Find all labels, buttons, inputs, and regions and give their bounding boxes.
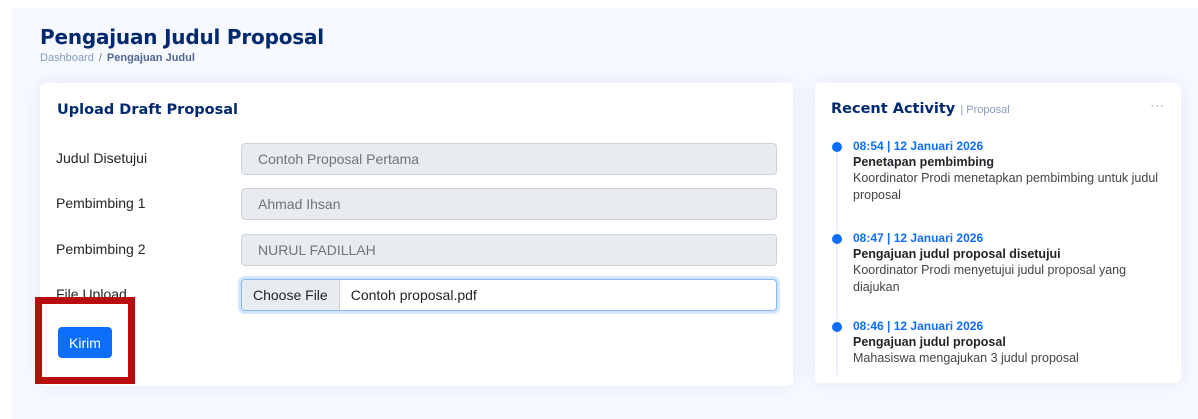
breadcrumb: Dashboard / Pengajuan Judul <box>40 52 195 64</box>
ellipsis-icon[interactable]: ⋯ <box>1150 97 1165 114</box>
activity-description: Koordinator Prodi menyetujui judul propo… <box>853 263 1127 294</box>
activity-item: 08:54 | 12 Januari 2026 Penetapan pembim… <box>831 139 1171 231</box>
activity-title: Pengajuan judul proposal <box>853 335 1006 349</box>
judul-disetujui-field: Contoh Proposal Pertama <box>241 143 777 175</box>
form-row-file-upload: File Upload Choose File Contoh proposal.… <box>56 279 778 311</box>
activity-title: Penetapan pembimbing <box>853 155 994 169</box>
timeline-dot-icon <box>832 322 842 332</box>
pembimbing-2-label: Pembimbing 2 <box>56 241 146 257</box>
selected-file-name: Contoh proposal.pdf <box>350 287 477 303</box>
activity-timeline: 08:54 | 12 Januari 2026 Penetapan pembim… <box>831 139 1171 375</box>
timeline-dot-icon <box>832 234 842 244</box>
form-row-pembimbing-2: Pembimbing 2 NURUL FADILLAH <box>56 234 778 266</box>
choose-file-button[interactable]: Choose File <box>242 280 340 310</box>
upload-card-title: Upload Draft Proposal <box>57 102 239 118</box>
activity-subtitle: | Proposal <box>960 104 1010 116</box>
timeline-line <box>836 327 838 375</box>
activity-item: 08:47 | 12 Januari 2026 Pengajuan judul … <box>831 231 1171 319</box>
top-header-strip <box>0 0 1198 8</box>
form-row-judul: Judul Disetujui Contoh Proposal Pertama <box>56 143 778 175</box>
pembimbing-1-label: Pembimbing 1 <box>56 195 146 211</box>
activity-title-text: Recent Activity <box>831 101 956 117</box>
pembimbing-1-field: Ahmad Ihsan <box>241 188 777 220</box>
timeline-line <box>836 239 838 319</box>
judul-label: Judul Disetujui <box>56 150 148 166</box>
upload-draft-card: Upload Draft Proposal Judul Disetujui Co… <box>40 83 793 386</box>
pembimbing-2-field: NURUL FADILLAH <box>241 234 777 266</box>
activity-item: 08:46 | 12 Januari 2026 Pengajuan judul … <box>831 319 1171 375</box>
timeline-line <box>836 147 838 231</box>
page-title: Pengajuan Judul Proposal <box>40 25 324 49</box>
file-upload-input[interactable]: Choose File Contoh proposal.pdf <box>241 279 777 311</box>
activity-description: Mahasiswa mengajukan 3 judul proposal <box>853 351 1079 365</box>
activity-title: Pengajuan judul proposal disetujui <box>853 247 1061 261</box>
sidebar-edge <box>0 0 12 419</box>
activity-card-title: Recent Activity | Proposal <box>831 101 1010 117</box>
breadcrumb-current: Pengajuan Judul <box>106 52 195 64</box>
form-row-pembimbing-1: Pembimbing 1 Ahmad Ihsan <box>56 188 778 220</box>
recent-activity-card: Recent Activity | Proposal ⋯ 08:54 | 12 … <box>815 83 1181 383</box>
activity-description: Koordinator Prodi menetapkan pembimbing … <box>853 171 1159 202</box>
activity-time: 08:46 | 12 Januari 2026 <box>853 319 984 333</box>
activity-time: 08:54 | 12 Januari 2026 <box>853 139 984 153</box>
breadcrumb-dashboard-link[interactable]: Dashboard <box>40 52 94 64</box>
highlight-annotation-box <box>35 297 135 384</box>
activity-time: 08:47 | 12 Januari 2026 <box>853 231 984 245</box>
timeline-dot-icon <box>832 142 842 152</box>
breadcrumb-separator: / <box>98 52 102 64</box>
